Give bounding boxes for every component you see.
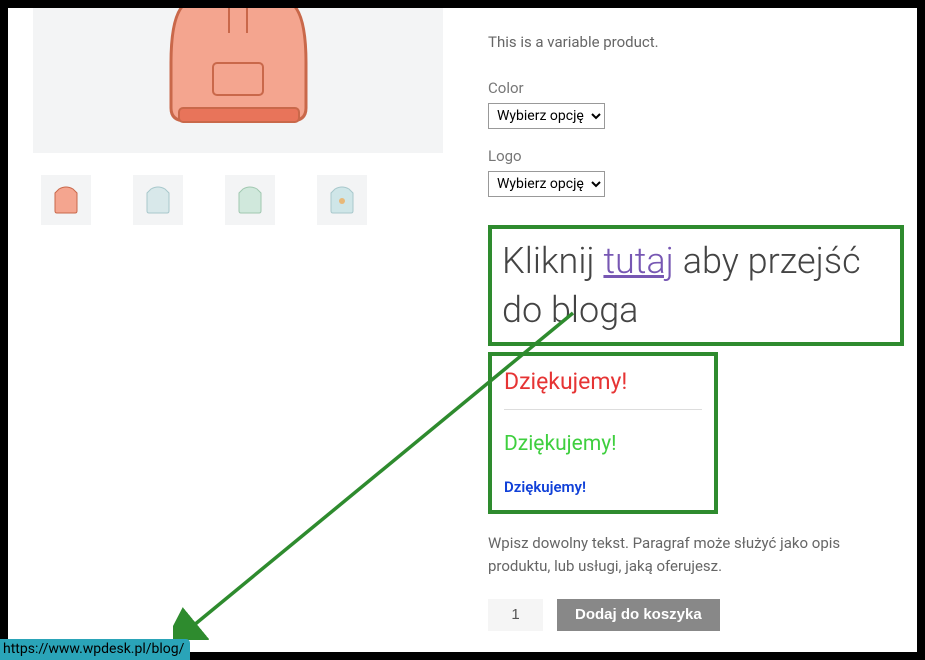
product-page: This is a variable product. Color Wybier… (8, 8, 917, 652)
product-thumbnails (33, 175, 463, 225)
color-select[interactable]: Wybierz opcję (488, 103, 605, 129)
thumbnail-2[interactable] (133, 175, 183, 225)
thanks-highlight-box: Dziękujemy! Dziękujemy! Dziękujemy! (488, 352, 718, 514)
hoodie-thumb-icon (49, 183, 83, 217)
product-description: This is a variable product. (488, 33, 892, 51)
thanks-red-text: Dziękujemy! (504, 368, 702, 395)
logo-label: Logo (488, 147, 892, 165)
product-gallery-column (33, 8, 463, 652)
thumbnail-1[interactable] (41, 175, 91, 225)
product-main-image[interactable] (33, 8, 443, 153)
logo-option-group: Logo Wybierz opcję (488, 147, 892, 197)
description-paragraph: Wpisz dowolny tekst. Paragraf może służy… (488, 532, 892, 579)
hoodie-thumb-icon (141, 183, 175, 217)
divider (504, 409, 702, 410)
quantity-input[interactable] (488, 599, 543, 631)
logo-select[interactable]: Wybierz opcję (488, 171, 605, 197)
blog-heading: Kliknij tutaj aby przejść do bloga (502, 237, 890, 334)
thumbnail-4[interactable] (317, 175, 367, 225)
add-to-cart-row: Dodaj do koszyka (488, 599, 892, 631)
color-option-group: Color Wybierz opcję (488, 79, 892, 129)
thumbnail-3[interactable] (225, 175, 275, 225)
blog-link[interactable]: tutaj (603, 240, 673, 282)
color-label: Color (488, 79, 892, 97)
hoodie-thumb-icon (233, 183, 267, 217)
thanks-blue-text: Dziękujemy! (504, 478, 702, 496)
thanks-green-text: Dziękujemy! (504, 432, 702, 456)
hoodie-thumb-icon (325, 183, 359, 217)
heading-before: Kliknij (502, 240, 603, 282)
heading-highlight-box: Kliknij tutaj aby przejść do bloga (488, 225, 904, 346)
url-status-tooltip: https://www.wpdesk.pl/blog/ (0, 639, 190, 660)
product-details-column: This is a variable product. Color Wybier… (463, 8, 892, 652)
hoodie-icon (141, 8, 336, 138)
add-to-cart-button[interactable]: Dodaj do koszyka (557, 599, 720, 631)
